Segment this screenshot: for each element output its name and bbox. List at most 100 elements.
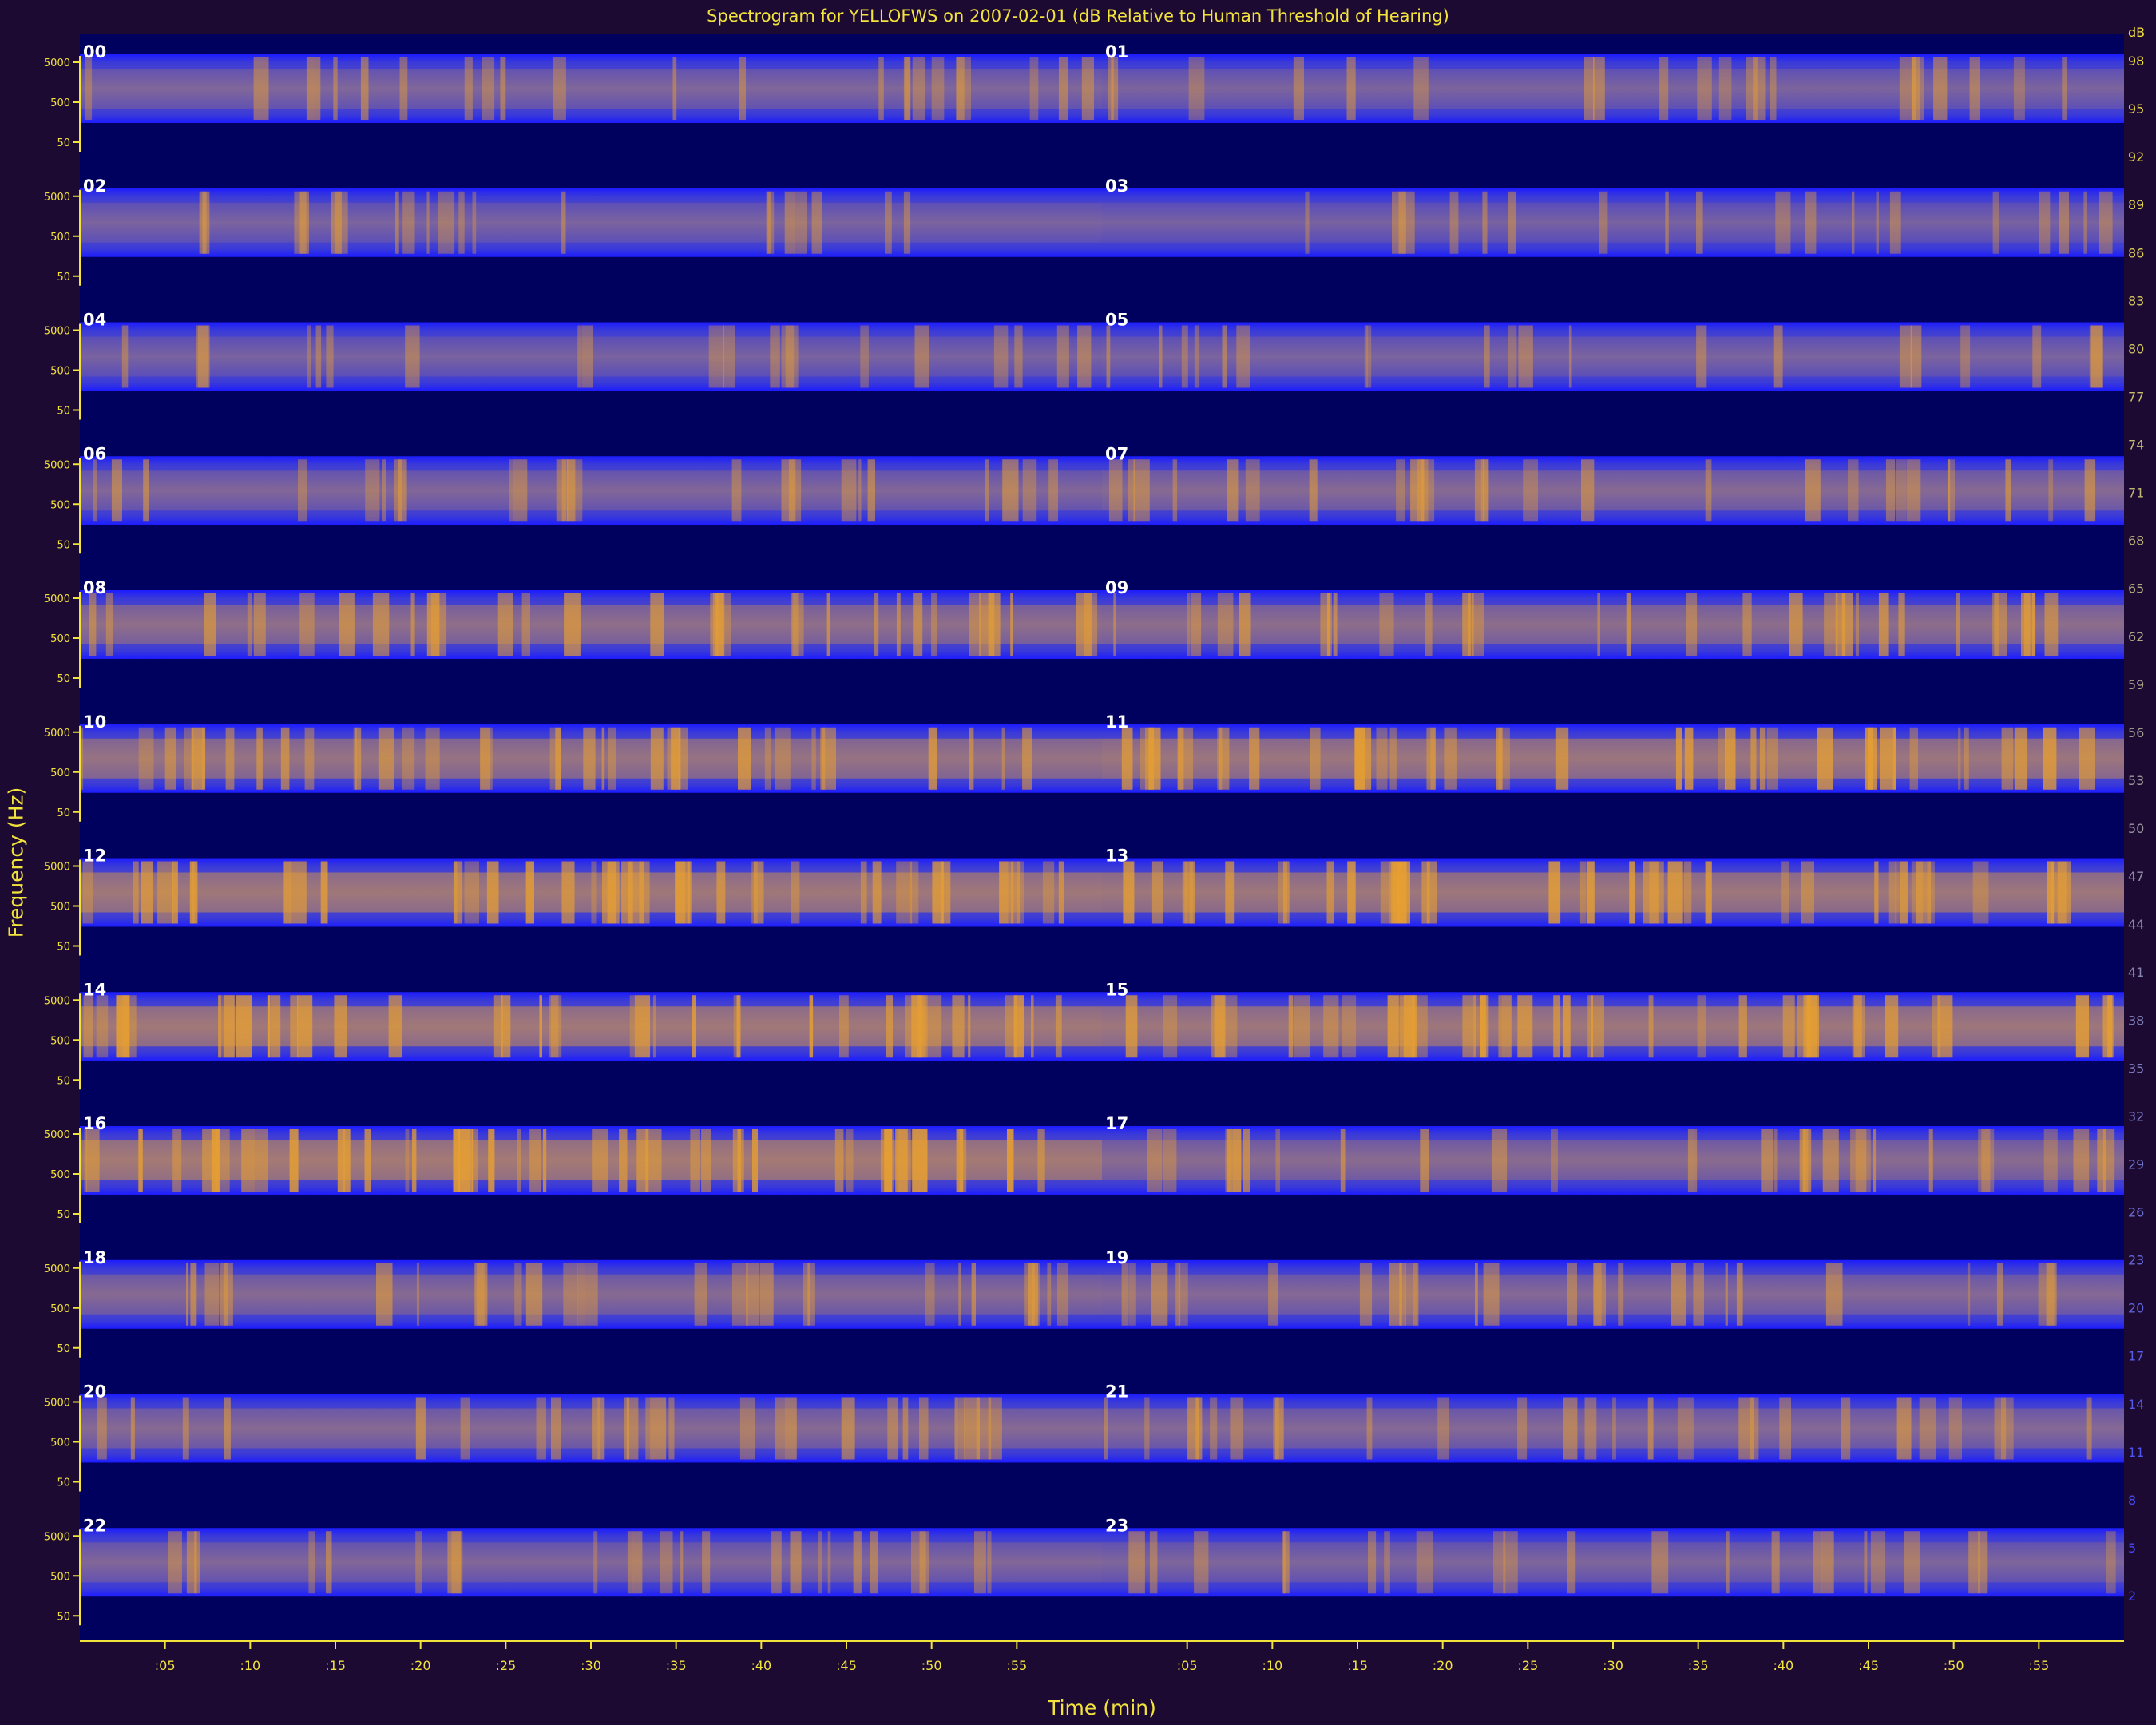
event-streak bbox=[1683, 861, 1692, 924]
event-streak bbox=[1775, 191, 1791, 254]
event-streak bbox=[376, 1263, 393, 1326]
event-streak bbox=[398, 459, 407, 522]
event-streak bbox=[388, 995, 402, 1058]
event-streak bbox=[1108, 58, 1114, 120]
event-streak bbox=[1736, 1263, 1743, 1326]
hour-label-16: 16 bbox=[83, 1114, 106, 1133]
event-streak bbox=[105, 593, 113, 656]
event-streak bbox=[1227, 459, 1239, 522]
event-streak bbox=[426, 593, 440, 656]
event-streak bbox=[770, 325, 780, 388]
event-streak bbox=[675, 861, 692, 924]
event-streak bbox=[751, 861, 758, 924]
event-streak bbox=[1771, 1531, 1780, 1594]
event-streak bbox=[97, 1397, 107, 1460]
event-streak bbox=[1144, 1397, 1150, 1460]
event-streak bbox=[1222, 325, 1227, 388]
event-streak bbox=[1781, 861, 1789, 924]
event-streak bbox=[298, 459, 307, 522]
event-streak bbox=[405, 1129, 410, 1192]
event-streak bbox=[1579, 861, 1586, 924]
hour-energy-13 bbox=[1102, 872, 2124, 913]
event-streak bbox=[339, 593, 355, 656]
x-tick-label: :15 bbox=[1347, 1658, 1368, 1673]
event-streak bbox=[710, 593, 719, 656]
event-streak bbox=[1885, 995, 1899, 1058]
event-streak bbox=[2021, 593, 2036, 656]
event-streak bbox=[903, 191, 911, 254]
x-tick-label: :40 bbox=[751, 1658, 771, 1673]
event-streak bbox=[1900, 861, 1908, 924]
event-streak bbox=[2057, 861, 2071, 924]
event-streak bbox=[1848, 459, 1859, 522]
event-streak bbox=[500, 58, 506, 120]
hour-label-07: 07 bbox=[1105, 444, 1128, 463]
event-streak bbox=[1584, 58, 1595, 120]
event-streak bbox=[1194, 325, 1200, 388]
event-streak bbox=[1850, 1129, 1867, 1192]
y-tick-label: 5000 bbox=[44, 1129, 70, 1141]
event-streak bbox=[1014, 325, 1023, 388]
event-streak bbox=[1927, 861, 1935, 924]
event-streak bbox=[791, 861, 800, 924]
colorbar-tick-label: 98 bbox=[2128, 54, 2144, 69]
event-streak bbox=[1077, 325, 1092, 388]
event-streak bbox=[326, 325, 334, 388]
event-streak bbox=[969, 593, 981, 656]
event-streak bbox=[1896, 1397, 1912, 1460]
event-streak bbox=[690, 1129, 700, 1192]
event-streak bbox=[591, 861, 597, 924]
event-streak bbox=[914, 325, 929, 388]
y-tick-label: 500 bbox=[50, 1169, 70, 1181]
hour-label-15: 15 bbox=[1105, 980, 1128, 999]
event-streak bbox=[1878, 593, 1889, 656]
spectrogram-figure: Spectrogram for YELLOFWS on 2007-02-01 (… bbox=[0, 0, 2156, 1725]
event-streak bbox=[1567, 1263, 1577, 1326]
x-tick-label: :30 bbox=[581, 1658, 601, 1673]
event-streak bbox=[985, 459, 989, 522]
event-streak bbox=[138, 727, 154, 790]
event-streak bbox=[299, 593, 315, 656]
event-streak bbox=[1305, 191, 1310, 254]
event-streak bbox=[1667, 861, 1683, 924]
event-streak bbox=[739, 58, 746, 120]
event-streak bbox=[1822, 1129, 1839, 1192]
event-streak bbox=[1517, 995, 1533, 1058]
y-tick-label: 50 bbox=[57, 942, 70, 954]
event-streak bbox=[280, 727, 290, 790]
event-streak bbox=[1523, 459, 1538, 522]
event-streak bbox=[307, 325, 311, 388]
event-streak bbox=[1874, 861, 1879, 924]
colorbar-tick-label: 74 bbox=[2128, 438, 2144, 453]
event-streak bbox=[83, 995, 93, 1058]
x-tick-label: :50 bbox=[1944, 1658, 1964, 1673]
event-streak bbox=[1599, 191, 1608, 254]
colorbar-tick-label: 14 bbox=[2128, 1397, 2144, 1412]
y-tick-label: 500 bbox=[50, 1438, 70, 1449]
event-streak bbox=[335, 191, 348, 254]
event-streak bbox=[1932, 995, 1941, 1058]
colorbar-tick-label: 68 bbox=[2128, 533, 2144, 549]
x-tick-label: :45 bbox=[1858, 1658, 1879, 1673]
event-streak bbox=[1128, 1263, 1136, 1326]
event-streak bbox=[1366, 1397, 1373, 1460]
event-streak bbox=[1677, 1397, 1694, 1460]
event-streak bbox=[619, 1129, 628, 1192]
event-streak bbox=[660, 1531, 673, 1594]
event-streak bbox=[1133, 459, 1150, 522]
event-streak bbox=[1563, 995, 1571, 1058]
event-streak bbox=[746, 1263, 759, 1326]
event-streak bbox=[2099, 191, 2113, 254]
event-streak bbox=[334, 995, 347, 1058]
event-streak bbox=[561, 459, 567, 522]
hour-label-03: 03 bbox=[1105, 176, 1128, 196]
event-streak bbox=[1759, 727, 1766, 790]
event-streak bbox=[1210, 1397, 1218, 1460]
event-streak bbox=[1420, 1129, 1429, 1192]
event-streak bbox=[1483, 1263, 1500, 1326]
event-streak bbox=[2086, 1397, 2092, 1460]
event-streak bbox=[1058, 861, 1064, 924]
event-streak bbox=[671, 727, 681, 790]
y-tick-label: 50 bbox=[57, 1075, 70, 1087]
event-streak bbox=[471, 1129, 478, 1192]
